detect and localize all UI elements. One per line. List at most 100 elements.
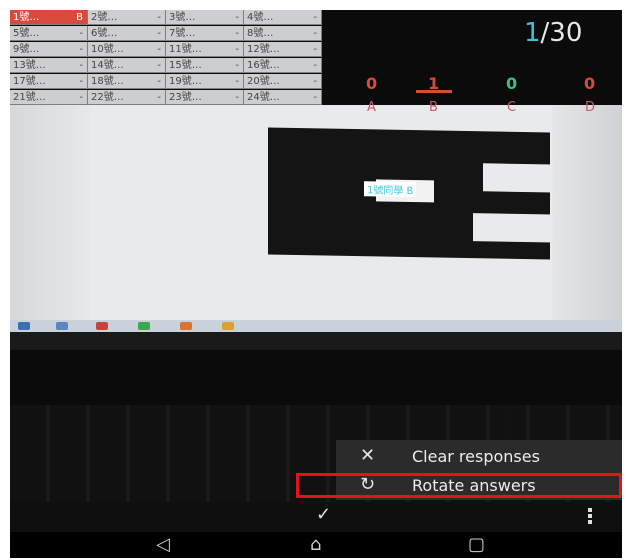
student-name: 16號… xyxy=(247,60,280,71)
taskbar-icon xyxy=(222,322,234,330)
student-cell[interactable]: 3號… - xyxy=(166,10,244,25)
student-name: 15號… xyxy=(169,60,202,71)
confirm-check-icon[interactable]: ✓ xyxy=(316,504,331,525)
student-cell[interactable]: 14號… - xyxy=(88,58,166,73)
system-nav-bar: ◁ ⌂ ▢ xyxy=(10,532,622,558)
taskbar-icon xyxy=(18,322,30,330)
camera-preview: 1號同學 B xyxy=(10,105,622,350)
student-answer: - xyxy=(235,44,239,55)
menu-item-clear-responses[interactable]: ✕ Clear responses xyxy=(336,442,622,470)
student-answer: - xyxy=(79,28,83,39)
student-answer: - xyxy=(313,76,317,87)
student-answer: - xyxy=(313,44,317,55)
question-counter: 1/30 xyxy=(524,18,582,48)
student-name: 20號… xyxy=(247,76,280,87)
student-name: 19號… xyxy=(169,76,202,87)
back-icon[interactable]: ◁ xyxy=(156,534,170,555)
student-name: 18號… xyxy=(91,76,124,87)
student-cell[interactable]: 13號… - xyxy=(10,58,88,73)
overflow-menu-icon[interactable] xyxy=(588,508,594,526)
marker-detected-label: 1號同學 B xyxy=(364,181,417,198)
student-grid: 1號… B 2號… -3號… -4號… -5號… -6號… -7號… -8號… -9號… -10號…… xyxy=(10,10,322,108)
student-answer: - xyxy=(157,28,161,39)
student-name: 22號… xyxy=(91,92,124,103)
student-answer: - xyxy=(157,44,161,55)
student-name: 4號… xyxy=(247,12,274,23)
student-cell[interactable]: 21號… - xyxy=(10,90,88,105)
student-name: 1號… xyxy=(13,12,40,23)
taskbar-icon xyxy=(56,322,68,330)
student-cell[interactable]: 23號… - xyxy=(166,90,244,105)
student-cell[interactable]: 18號… - xyxy=(88,74,166,89)
student-name: 13號… xyxy=(13,60,46,71)
student-answer: - xyxy=(235,76,239,87)
answer-letter-d: D xyxy=(585,100,596,115)
student-cell[interactable]: 1號… B xyxy=(10,10,88,25)
student-cell[interactable]: 9號… - xyxy=(10,42,88,57)
monitor-bezel xyxy=(10,332,622,350)
student-cell[interactable]: 12號… - xyxy=(244,42,322,57)
monitor-right-edge xyxy=(552,105,622,350)
answer-letter-a: A xyxy=(367,100,376,115)
student-cell[interactable]: 7號… - xyxy=(166,26,244,41)
student-cell[interactable]: 10號… - xyxy=(88,42,166,57)
student-answer: - xyxy=(79,76,83,87)
student-answer: - xyxy=(235,28,239,39)
student-name: 5號… xyxy=(13,28,40,39)
answer-summary-bar: 0 A 1 B 0 C 0 D xyxy=(328,70,622,118)
student-answer: - xyxy=(157,92,161,103)
student-cell[interactable]: 5號… - xyxy=(10,26,88,41)
student-answer: - xyxy=(313,12,317,23)
student-answer: - xyxy=(235,60,239,71)
student-answer: - xyxy=(79,60,83,71)
student-name: 9號… xyxy=(13,44,40,55)
photo-taskbar xyxy=(10,320,622,332)
student-cell[interactable]: 11號… - xyxy=(166,42,244,57)
student-cell[interactable]: 2號… - xyxy=(88,10,166,25)
menu-item-label: Clear responses xyxy=(412,447,540,466)
total-questions: /30 xyxy=(540,18,583,48)
student-cell[interactable]: 4號… - xyxy=(244,10,322,25)
home-icon[interactable]: ⌂ xyxy=(310,534,321,555)
recents-icon[interactable]: ▢ xyxy=(468,534,485,555)
answer-count-a: 0 xyxy=(366,74,378,93)
marker-notch-top xyxy=(483,163,553,193)
answer-count-d: 0 xyxy=(584,74,596,93)
student-answer: - xyxy=(157,76,161,87)
student-name: 24號… xyxy=(247,92,280,103)
student-cell[interactable]: 22號… - xyxy=(88,90,166,105)
highlight-box xyxy=(296,473,622,498)
student-cell[interactable]: 16號… - xyxy=(244,58,322,73)
student-name: 23號… xyxy=(169,92,202,103)
taskbar-icon xyxy=(138,322,150,330)
student-cell[interactable]: 8號… - xyxy=(244,26,322,41)
student-answer: - xyxy=(313,92,317,103)
student-cell[interactable]: 20號… - xyxy=(244,74,322,89)
student-answer: - xyxy=(235,92,239,103)
student-cell[interactable]: 15號… - xyxy=(166,58,244,73)
student-name: 21號… xyxy=(13,92,46,103)
answer-letter-b: B xyxy=(429,100,438,115)
student-cell[interactable]: 19號… - xyxy=(166,74,244,89)
answer-letter-c: C xyxy=(507,100,517,115)
student-name: 7號… xyxy=(169,28,196,39)
student-answer: - xyxy=(79,92,83,103)
marker-notch-bottom xyxy=(473,213,553,243)
student-answer: - xyxy=(313,60,317,71)
student-cell[interactable]: 24號… - xyxy=(244,90,322,105)
answer-count-b: 1 xyxy=(428,74,440,93)
student-cell[interactable]: 6號… - xyxy=(88,26,166,41)
student-cell[interactable]: 17號… - xyxy=(10,74,88,89)
student-name: 8號… xyxy=(247,28,274,39)
student-name: 12號… xyxy=(247,44,280,55)
student-name: 2號… xyxy=(91,12,118,23)
student-answer: - xyxy=(313,28,317,39)
student-name: 14號… xyxy=(91,60,124,71)
student-name: 17號… xyxy=(13,76,46,87)
student-name: 11號… xyxy=(169,44,202,55)
answer-count-c: 0 xyxy=(506,74,518,93)
answer-card-marker: 1號同學 B xyxy=(268,127,553,260)
taskbar-icon xyxy=(96,322,108,330)
student-name: 10號… xyxy=(91,44,124,55)
monitor-left-edge xyxy=(10,105,90,350)
